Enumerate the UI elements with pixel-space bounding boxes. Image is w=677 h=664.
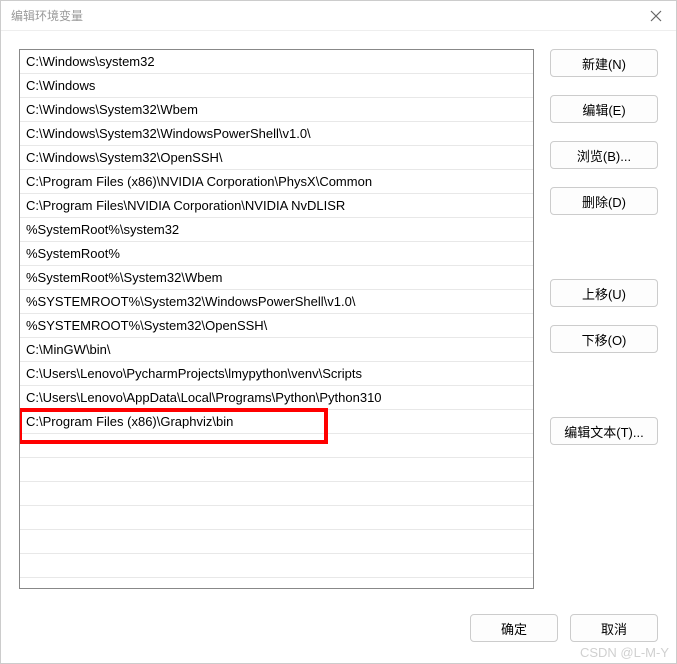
close-button[interactable] bbox=[646, 6, 666, 26]
edittext-button[interactable]: 编辑文本(T)... bbox=[550, 417, 658, 445]
spacer bbox=[550, 233, 658, 261]
list-item: . bbox=[20, 434, 533, 458]
list-item[interactable]: C:\Windows\System32\OpenSSH\ bbox=[20, 146, 533, 170]
spacer bbox=[550, 371, 658, 399]
content-area: C:\Windows\system32C:\WindowsC:\Windows\… bbox=[1, 31, 676, 607]
browse-button[interactable]: 浏览(B)... bbox=[550, 141, 658, 169]
list-item[interactable]: C:\MinGW\bin\ bbox=[20, 338, 533, 362]
window-title: 编辑环境变量 bbox=[11, 7, 646, 24]
list-item[interactable]: %SystemRoot%\system32 bbox=[20, 218, 533, 242]
list-item: . bbox=[20, 482, 533, 506]
footer: 确定 取消 bbox=[1, 607, 676, 663]
list-item[interactable]: C:\Users\Lenovo\AppData\Local\Programs\P… bbox=[20, 386, 533, 410]
edit-button[interactable]: 编辑(E) bbox=[550, 95, 658, 123]
list-item[interactable]: C:\Users\Lenovo\PycharmProjects\lmypytho… bbox=[20, 362, 533, 386]
list-item[interactable]: C:\Program Files\NVIDIA Corporation\NVID… bbox=[20, 194, 533, 218]
cancel-button[interactable]: 取消 bbox=[570, 614, 658, 642]
list-item[interactable]: C:\Windows\System32\WindowsPowerShell\v1… bbox=[20, 122, 533, 146]
dialog-window: 编辑环境变量 C:\Windows\system32C:\WindowsC:\W… bbox=[0, 0, 677, 664]
ok-button[interactable]: 确定 bbox=[470, 614, 558, 642]
list-item[interactable]: C:\Windows bbox=[20, 74, 533, 98]
side-buttons: 新建(N) 编辑(E) 浏览(B)... 删除(D) 上移(U) 下移(O) 编… bbox=[550, 49, 658, 589]
list-item[interactable]: C:\Windows\system32 bbox=[20, 50, 533, 74]
titlebar: 编辑环境变量 bbox=[1, 1, 676, 31]
list-item[interactable]: %SYSTEMROOT%\System32\OpenSSH\ bbox=[20, 314, 533, 338]
list-item[interactable]: %SystemRoot%\System32\Wbem bbox=[20, 266, 533, 290]
close-icon bbox=[650, 10, 662, 22]
moveup-button[interactable]: 上移(U) bbox=[550, 279, 658, 307]
list-item[interactable]: C:\Program Files (x86)\NVIDIA Corporatio… bbox=[20, 170, 533, 194]
list-item: . bbox=[20, 554, 533, 578]
delete-button[interactable]: 删除(D) bbox=[550, 187, 658, 215]
list-item: . bbox=[20, 458, 533, 482]
list-item[interactable]: %SystemRoot% bbox=[20, 242, 533, 266]
list-item: . bbox=[20, 530, 533, 554]
list-item: . bbox=[20, 506, 533, 530]
list-item[interactable]: %SYSTEMROOT%\System32\WindowsPowerShell\… bbox=[20, 290, 533, 314]
list-item[interactable]: C:\Program Files (x86)\Graphviz\bin bbox=[20, 410, 533, 434]
new-button[interactable]: 新建(N) bbox=[550, 49, 658, 77]
list-item[interactable]: C:\Windows\System32\Wbem bbox=[20, 98, 533, 122]
path-listbox[interactable]: C:\Windows\system32C:\WindowsC:\Windows\… bbox=[19, 49, 534, 589]
movedown-button[interactable]: 下移(O) bbox=[550, 325, 658, 353]
